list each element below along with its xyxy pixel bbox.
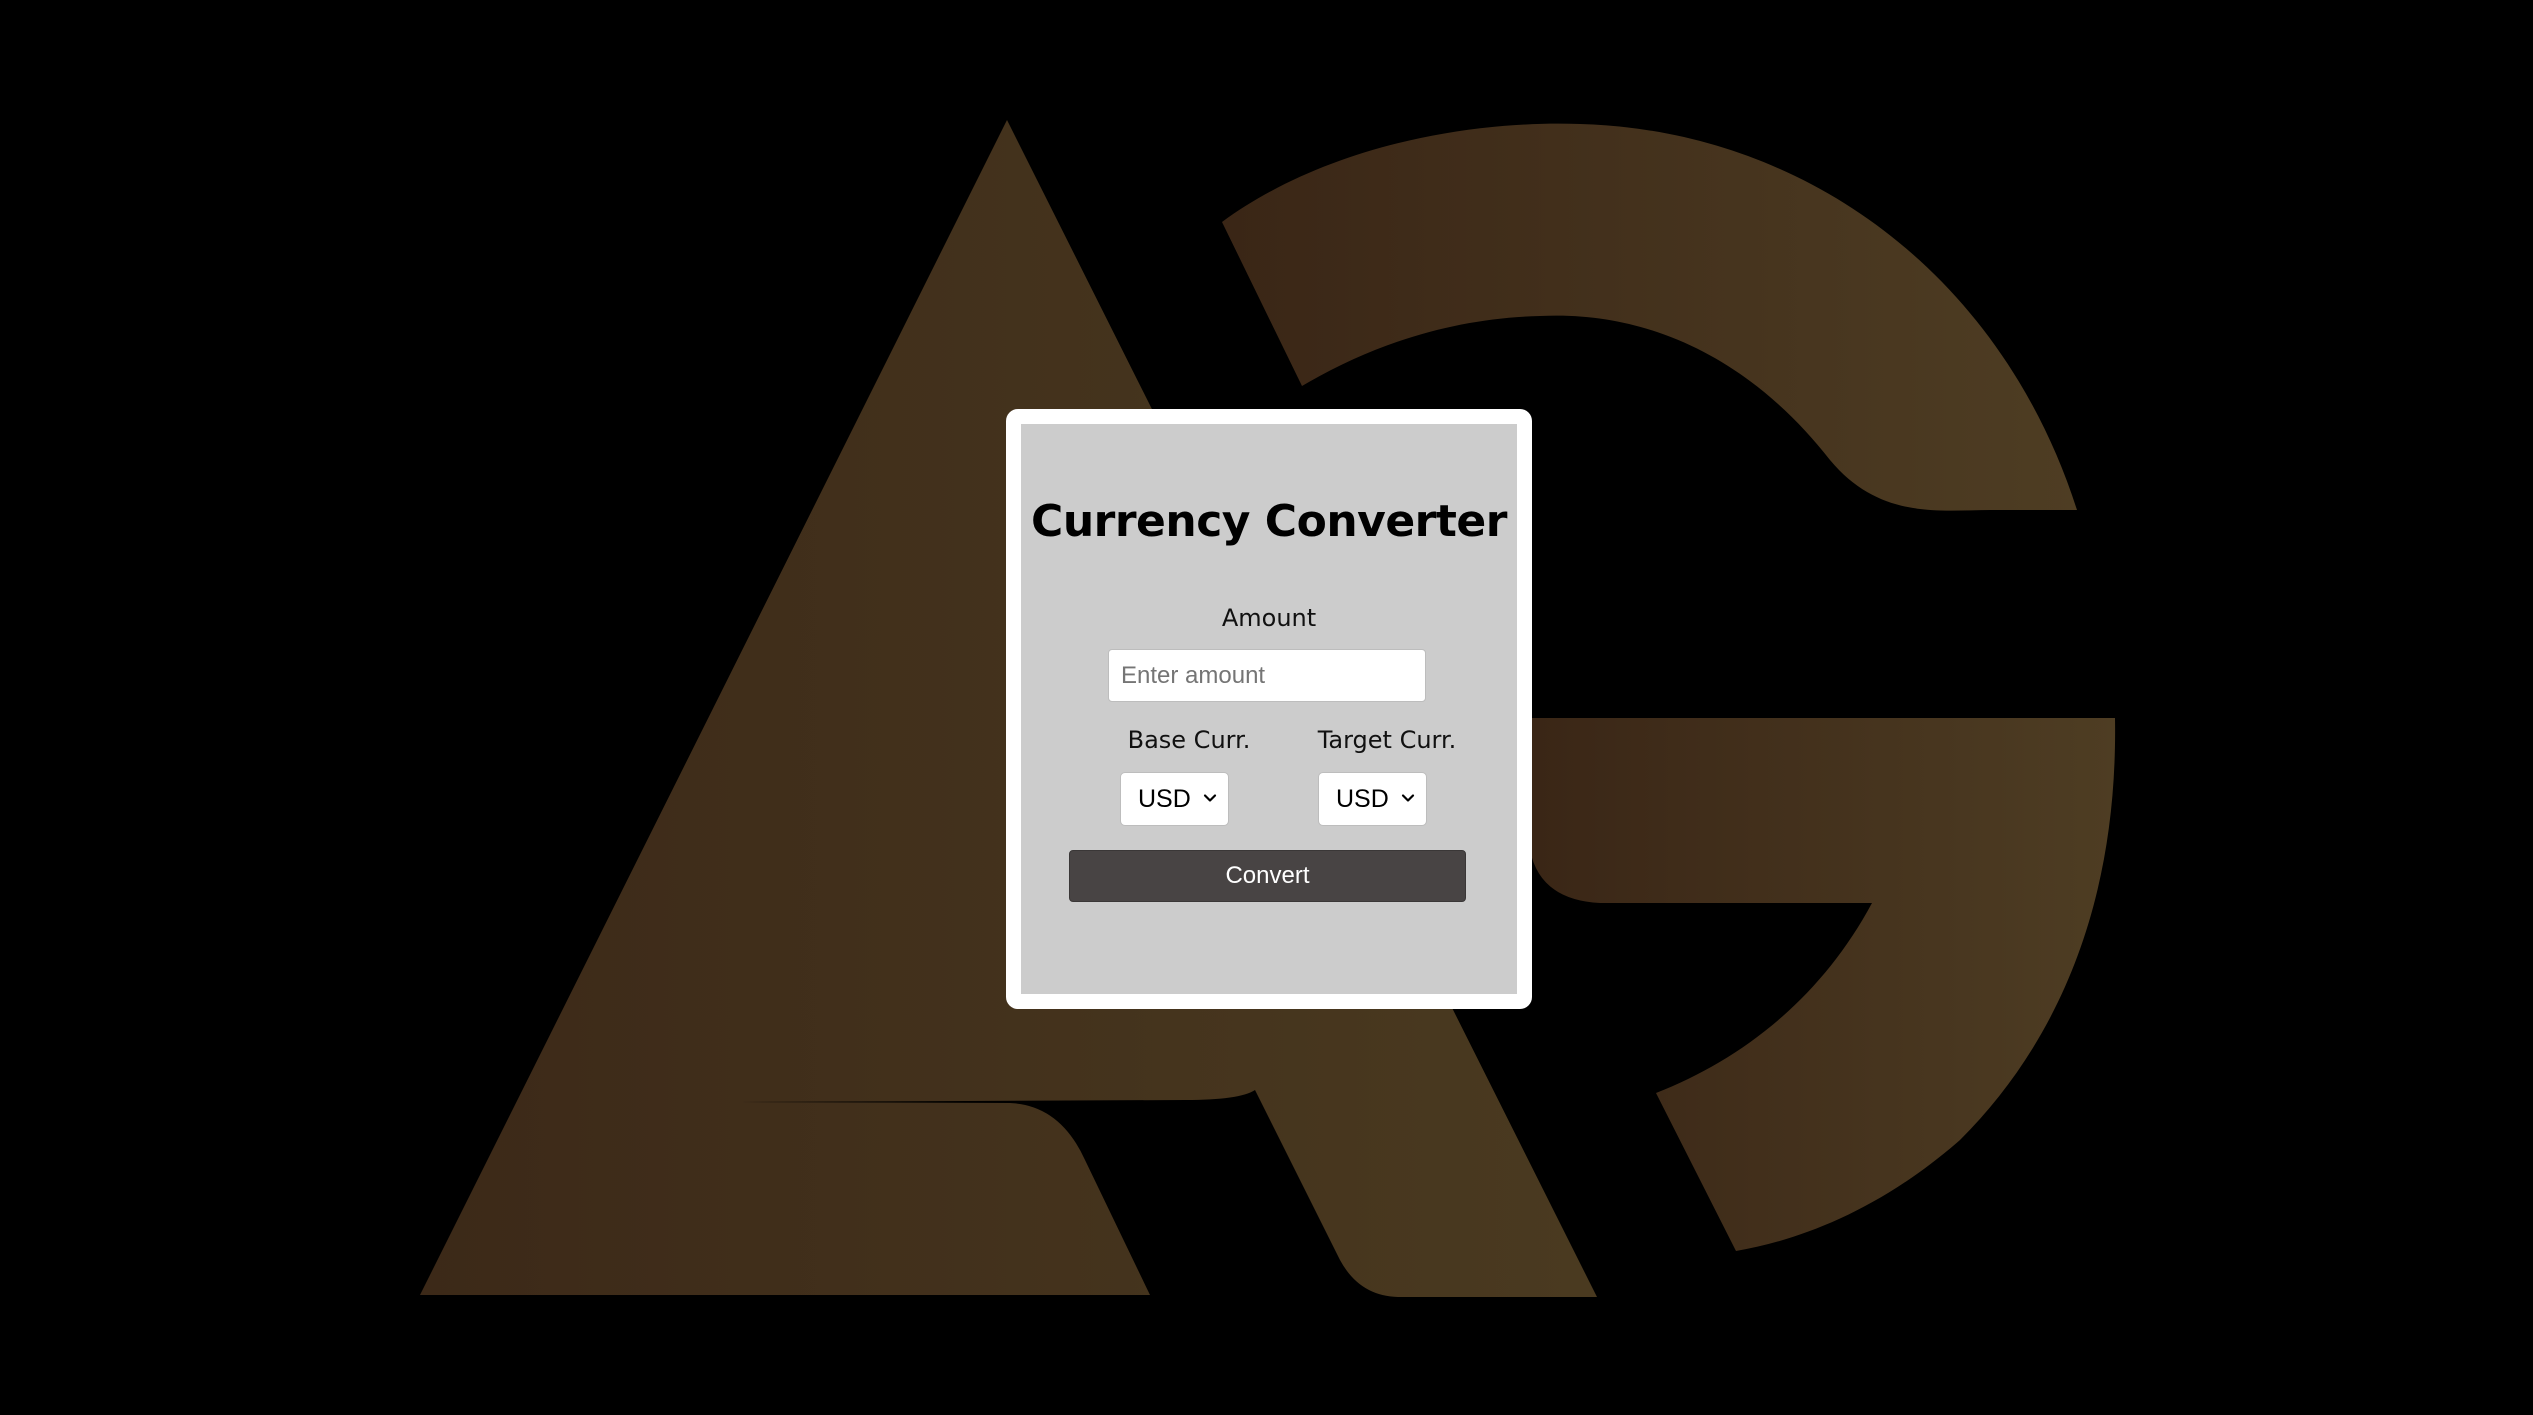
- logo-letter-g-lower: [1530, 718, 2116, 1251]
- convert-button[interactable]: Convert: [1069, 850, 1466, 902]
- amount-input[interactable]: [1108, 649, 1426, 702]
- base-currency-label: Base Curr.: [1127, 726, 1251, 754]
- base-currency-select[interactable]: USD: [1120, 772, 1229, 826]
- target-currency-label: Target Curr.: [1317, 726, 1457, 754]
- chevron-down-icon: [1401, 794, 1415, 802]
- target-currency-value: USD: [1336, 784, 1389, 813]
- target-currency-select[interactable]: USD: [1318, 772, 1427, 826]
- converter-panel: Currency Converter Amount Base Curr. Tar…: [1021, 424, 1517, 994]
- page-title: Currency Converter: [1031, 496, 1507, 547]
- base-currency-value: USD: [1138, 784, 1191, 813]
- chevron-down-icon: [1203, 794, 1217, 802]
- converter-card: Currency Converter Amount Base Curr. Tar…: [1006, 409, 1532, 1009]
- amount-label: Amount: [1221, 604, 1317, 632]
